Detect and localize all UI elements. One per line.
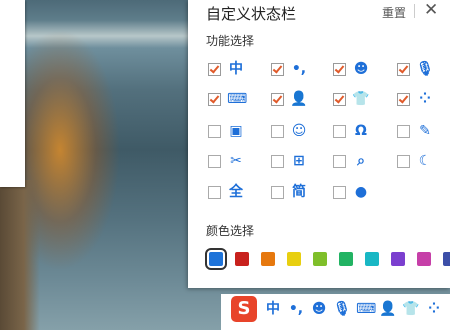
search-icon: ⌕ xyxy=(357,153,365,169)
color-swatch[interactable] xyxy=(261,252,275,266)
option-checkbox[interactable] xyxy=(333,186,346,199)
punctuation-icon: •, xyxy=(291,61,307,77)
toolbox-grid-icon[interactable]: ⁘ xyxy=(425,300,443,318)
option-checkbox[interactable] xyxy=(208,93,221,106)
microphone-icon: 🎙 xyxy=(416,61,434,77)
header-divider xyxy=(414,4,415,18)
user-icon: 👤 xyxy=(290,91,308,107)
function-option[interactable]: •, xyxy=(271,60,311,80)
function-option[interactable]: ⌕ xyxy=(333,152,373,172)
panel-title: 自定义状态栏 xyxy=(206,5,297,23)
function-option[interactable]: ✎ xyxy=(397,122,437,142)
color-swatch[interactable] xyxy=(443,252,450,266)
color-swatch[interactable] xyxy=(235,252,249,266)
function-option[interactable]: ☻ xyxy=(333,60,373,80)
user-icon[interactable]: 👤 xyxy=(379,300,397,318)
function-option[interactable]: ▣ xyxy=(208,122,248,142)
option-checkbox[interactable] xyxy=(271,125,284,138)
color-swatch[interactable] xyxy=(365,252,379,266)
option-checkbox[interactable] xyxy=(397,93,410,106)
chinese-char-icon[interactable]: 中 xyxy=(264,300,282,318)
option-checkbox[interactable] xyxy=(271,155,284,168)
function-option[interactable]: 👤 xyxy=(271,90,311,110)
microphone-icon[interactable]: 🎙 xyxy=(333,300,351,318)
clipboard-icon: ▣ xyxy=(229,123,243,139)
color-swatch[interactable] xyxy=(391,252,405,266)
function-option[interactable]: ● xyxy=(333,183,373,203)
color-swatch[interactable] xyxy=(417,252,431,266)
color-swatch[interactable] xyxy=(287,252,301,266)
option-checkbox[interactable] xyxy=(208,63,221,76)
function-option[interactable]: ✂ xyxy=(208,152,248,172)
option-checkbox[interactable] xyxy=(271,186,284,199)
reset-button[interactable]: 重置 xyxy=(382,4,406,21)
ime-status-bar: S 中 •, ☻ 🎙 ⌨ 👤 👕 ⁘ xyxy=(221,294,450,330)
chinese-char-icon: 中 xyxy=(229,61,243,77)
function-option[interactable]: ☺ xyxy=(271,122,311,142)
background-window-edge xyxy=(0,0,25,187)
function-option[interactable]: 👕 xyxy=(333,90,373,110)
simplified-icon: 简 xyxy=(292,184,306,200)
custom-status-bar-panel: 自定义状态栏 重置 ✕ 功能选择 中 •, ☻ 🎙 ⌨ 👤 👕 ⁘ ▣ ☺ Ω ✎ ✂ ⊞ ⌕ ☾ 全 简 ● 颜色… xyxy=(188,0,450,288)
smiley-icon[interactable]: ☻ xyxy=(310,300,328,318)
tshirt-icon[interactable]: 👕 xyxy=(402,300,420,318)
sogou-logo-icon[interactable]: S xyxy=(231,296,257,322)
function-option[interactable]: ⊞ xyxy=(271,152,311,172)
option-checkbox[interactable] xyxy=(333,125,346,138)
function-option[interactable]: Ω xyxy=(333,122,373,142)
pencil-icon: ✎ xyxy=(419,123,431,139)
function-option[interactable]: 🎙 xyxy=(397,60,437,80)
image-add-icon: ⊞ xyxy=(293,153,305,169)
keyboard-icon[interactable]: ⌨ xyxy=(356,300,376,318)
function-option[interactable]: 全 xyxy=(208,183,248,203)
color-swatch[interactable] xyxy=(339,252,353,266)
color-section-label: 颜色选择 xyxy=(206,224,255,238)
function-section-label: 功能选择 xyxy=(206,34,255,48)
option-checkbox[interactable] xyxy=(397,155,410,168)
mascot-icon: ● xyxy=(354,184,368,200)
full-width-icon: 全 xyxy=(229,184,243,200)
function-option[interactable]: ☾ xyxy=(397,152,437,172)
option-checkbox[interactable] xyxy=(333,63,346,76)
color-swatch[interactable] xyxy=(205,248,227,270)
option-checkbox[interactable] xyxy=(271,63,284,76)
option-checkbox[interactable] xyxy=(333,155,346,168)
smiley-icon: ☻ xyxy=(353,61,369,77)
option-checkbox[interactable] xyxy=(397,125,410,138)
function-option[interactable]: 简 xyxy=(271,183,311,203)
moon-icon: ☾ xyxy=(418,153,432,169)
tshirt-icon: 👕 xyxy=(352,91,370,107)
function-option[interactable]: 中 xyxy=(208,60,248,80)
option-checkbox[interactable] xyxy=(208,125,221,138)
omega-icon: Ω xyxy=(355,123,367,139)
option-checkbox[interactable] xyxy=(208,155,221,168)
color-swatch[interactable] xyxy=(313,252,327,266)
scissors-icon: ✂ xyxy=(230,153,242,169)
keyboard-icon: ⌨ xyxy=(227,91,248,107)
function-option[interactable]: ⌨ xyxy=(208,90,248,110)
wallpaper-sand xyxy=(0,180,40,330)
option-checkbox[interactable] xyxy=(333,93,346,106)
close-icon[interactable]: ✕ xyxy=(424,0,438,20)
toolbox-grid-icon: ⁘ xyxy=(419,91,431,107)
option-checkbox[interactable] xyxy=(397,63,410,76)
punctuation-icon[interactable]: •, xyxy=(287,300,305,318)
option-checkbox[interactable] xyxy=(208,186,221,199)
option-checkbox[interactable] xyxy=(271,93,284,106)
emoticon-box-icon: ☺ xyxy=(291,123,307,139)
function-option[interactable]: ⁘ xyxy=(397,90,437,110)
